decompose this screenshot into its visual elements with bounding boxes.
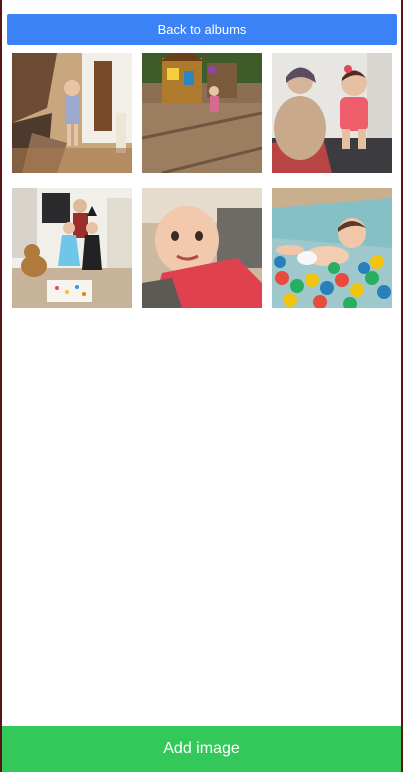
photo-girl-hallway-image xyxy=(12,53,132,173)
photo-grandmother-baby-image xyxy=(272,53,392,173)
photo-thumbnail[interactable] xyxy=(12,53,132,173)
photo-baby-closeup-image xyxy=(142,188,262,308)
add-image-button[interactable]: Add image xyxy=(2,726,401,772)
photo-thumbnail[interactable] xyxy=(12,188,132,308)
photo-thumbnail[interactable] xyxy=(272,188,392,308)
photo-backyard-playhouse-image xyxy=(142,53,262,173)
photo-baby-ball-pit-image xyxy=(272,188,392,308)
app-frame: Back to albums Add image xyxy=(2,0,401,772)
photo-thumbnail[interactable] xyxy=(142,53,262,173)
photo-thumbnail[interactable] xyxy=(272,53,392,173)
photo-thumbnail[interactable] xyxy=(142,188,262,308)
photo-kids-costumes-image xyxy=(12,188,132,308)
back-to-albums-button[interactable]: Back to albums xyxy=(7,14,397,45)
photo-grid xyxy=(12,53,392,308)
